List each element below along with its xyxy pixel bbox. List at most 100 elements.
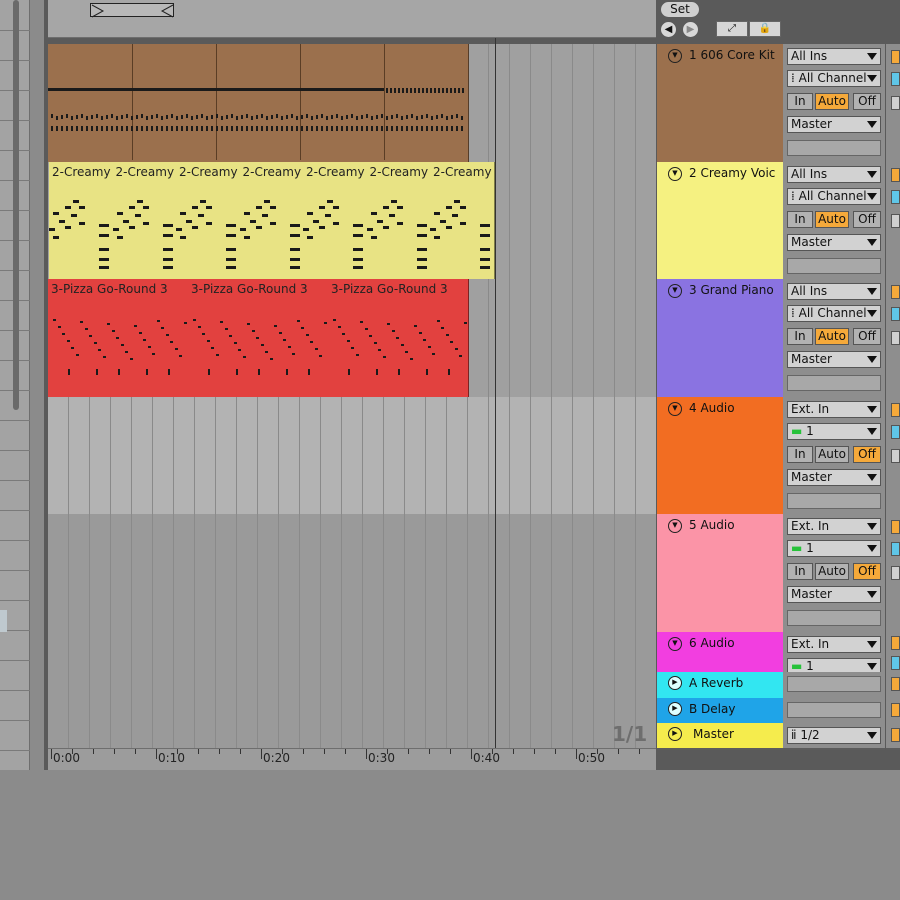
track-header[interactable]: ▼ 5 Audio <box>657 514 783 634</box>
activator-button[interactable] <box>891 168 900 182</box>
activator-button[interactable] <box>891 285 900 299</box>
activator-button[interactable] <box>891 677 900 691</box>
master-track-header[interactable]: ▶ Master <box>657 723 783 750</box>
activator-button[interactable] <box>891 636 900 650</box>
fold-toggle-icon[interactable]: ▼ <box>668 637 682 651</box>
output-sub-routing[interactable] <box>787 493 881 509</box>
monitor-in-button[interactable]: In <box>787 446 813 463</box>
output-dropdown[interactable]: Master <box>787 234 881 251</box>
return-output-routing[interactable] <box>787 702 881 718</box>
arm-button[interactable] <box>891 214 900 228</box>
output-sub-routing[interactable] <box>787 140 881 156</box>
track-header[interactable]: ▼ 3 Grand Piano <box>657 279 783 399</box>
monitor-off-button[interactable]: Off <box>853 446 881 463</box>
solo-button[interactable] <box>891 72 900 86</box>
clip[interactable]: 2-Creamy <box>49 162 114 279</box>
arrangement-lane-master[interactable] <box>48 723 656 748</box>
input-type-dropdown[interactable]: Ext. In <box>787 518 881 535</box>
input-channel-dropdown[interactable]: ⁞ All Channel <box>787 188 881 205</box>
clip[interactable] <box>48 44 469 162</box>
activator-button[interactable] <box>891 403 900 417</box>
arrangement-lane-return-a[interactable] <box>48 672 656 700</box>
monitor-auto-button[interactable]: Auto <box>815 328 849 345</box>
solo-button[interactable] <box>891 656 900 670</box>
arrangement-lane-4[interactable] <box>48 397 656 516</box>
clip[interactable]: 2-Creamy <box>303 162 368 279</box>
monitor-in-button[interactable]: In <box>787 563 813 580</box>
time-ruler[interactable]: 0:00 0:10 0:20 0:30 0:40 0:50 <box>48 748 656 770</box>
fold-toggle-icon[interactable]: ▼ <box>668 519 682 533</box>
fold-toggle-icon[interactable]: ▼ <box>668 284 682 298</box>
monitor-auto-button[interactable]: Auto <box>815 563 849 580</box>
arm-button[interactable] <box>891 331 900 345</box>
arrangement-lane-2[interactable]: 2-Creamy 2-Creamy 2-Creamy 2-Creamy 2-Creamy… <box>48 162 656 281</box>
output-sub-routing[interactable] <box>787 258 881 274</box>
solo-button[interactable] <box>891 542 900 556</box>
browser-scrollbar[interactable] <box>13 0 19 410</box>
input-type-dropdown[interactable]: All Ins <box>787 166 881 183</box>
input-channel-dropdown[interactable]: ⁞ All Channel <box>787 70 881 87</box>
return-track-header[interactable]: ▶ A Reverb <box>657 672 783 700</box>
arrow-right-icon[interactable]: ▶ <box>683 22 698 37</box>
clip[interactable]: 2-Creamy <box>112 162 177 279</box>
monitor-off-button[interactable]: Off <box>853 563 881 580</box>
input-channel-dropdown[interactable]: ▬ 1 <box>787 540 881 557</box>
draw-mode-icon[interactable]: ⤢ <box>716 21 748 37</box>
activator-button[interactable] <box>891 728 900 742</box>
clip[interactable]: 3-Pizza Go-Round 3 <box>188 279 329 397</box>
input-type-dropdown[interactable]: Ext. In <box>787 636 881 653</box>
track-header[interactable]: ▼ 6 Audio <box>657 632 783 674</box>
input-channel-dropdown[interactable]: ⁞ All Channel <box>787 305 881 322</box>
arm-button[interactable] <box>891 449 900 463</box>
arm-button[interactable] <box>891 566 900 580</box>
master-output-dropdown[interactable]: ⅱ 1/2 <box>787 727 881 744</box>
arrangement-lane-3[interactable]: 3-Pizza Go-Round 3 3-Pizza Go-Round 3 3-Pi… <box>48 279 656 399</box>
monitor-in-button[interactable]: In <box>787 211 813 228</box>
monitor-auto-button[interactable]: Auto <box>815 446 849 463</box>
track-header[interactable]: ▼ 1 606 Core Kit <box>657 44 783 164</box>
clip[interactable]: 3-Pizza Go-Round 3 <box>328 279 469 397</box>
monitor-in-button[interactable]: In <box>787 328 813 345</box>
input-type-dropdown[interactable]: Ext. In <box>787 401 881 418</box>
input-channel-dropdown[interactable]: ▬ 1 <box>787 423 881 440</box>
solo-button[interactable] <box>891 307 900 321</box>
set-button[interactable]: Set <box>661 2 699 17</box>
output-sub-routing[interactable] <box>787 610 881 626</box>
output-sub-routing[interactable] <box>787 375 881 391</box>
arrangement-lane-1[interactable] <box>48 44 656 164</box>
input-type-dropdown[interactable]: All Ins <box>787 283 881 300</box>
fold-toggle-icon[interactable]: ▼ <box>668 167 682 181</box>
input-type-dropdown[interactable]: All Ins <box>787 48 881 65</box>
arrangement-lane-5[interactable] <box>48 514 656 634</box>
monitor-auto-button[interactable]: Auto <box>815 211 849 228</box>
fold-toggle-icon[interactable]: ▼ <box>668 49 682 63</box>
clip[interactable]: 3-Pizza Go-Round 3 <box>48 279 189 397</box>
arrow-left-icon[interactable]: ◀ <box>661 22 676 37</box>
monitor-off-button[interactable]: Off <box>853 93 881 110</box>
clip[interactable]: 2-Creamy <box>239 162 304 279</box>
monitor-off-button[interactable]: Off <box>853 211 881 228</box>
arrangement-lane-6[interactable] <box>48 632 656 674</box>
play-icon[interactable]: ▶ <box>668 702 682 716</box>
solo-button[interactable] <box>891 425 900 439</box>
clip[interactable]: 2-Creamy <box>366 162 431 279</box>
activator-button[interactable] <box>891 520 900 534</box>
play-icon[interactable]: ▶ <box>668 676 682 690</box>
return-track-header[interactable]: ▶ B Delay <box>657 698 783 725</box>
arrangement-lane-return-b[interactable] <box>48 698 656 725</box>
solo-button[interactable] <box>891 190 900 204</box>
fold-toggle-icon[interactable]: ▼ <box>668 402 682 416</box>
activator-button[interactable] <box>891 50 900 64</box>
output-dropdown[interactable]: Master <box>787 586 881 603</box>
output-dropdown[interactable]: Master <box>787 351 881 368</box>
arm-button[interactable] <box>891 96 900 110</box>
clip[interactable]: 2-Creamy <box>430 162 495 279</box>
monitor-auto-button[interactable]: Auto <box>815 93 849 110</box>
monitor-off-button[interactable]: Off <box>853 328 881 345</box>
lock-icon[interactable]: 🔒 <box>749 21 781 37</box>
return-output-routing[interactable] <box>787 676 881 692</box>
clip[interactable]: 2-Creamy <box>176 162 241 279</box>
output-dropdown[interactable]: Master <box>787 469 881 486</box>
track-header[interactable]: ▼ 2 Creamy Voic <box>657 162 783 281</box>
activator-button[interactable] <box>891 703 900 717</box>
